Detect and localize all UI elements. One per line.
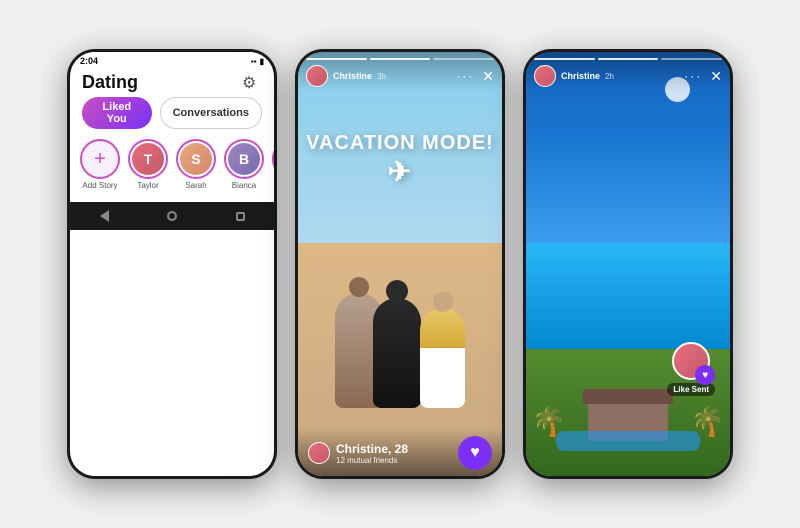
story-header-3: Christine 2h ··· ✕	[526, 52, 730, 91]
avatar-bianca: B	[228, 143, 260, 175]
progress-segment-3-1	[534, 58, 595, 60]
story-label-bianca: Bianca	[232, 181, 256, 190]
phone-3: 🌴 🌴	[523, 49, 733, 479]
like-button[interactable]: ♥	[458, 436, 492, 470]
dating-header: Dating ⚙	[70, 68, 274, 97]
add-story-item[interactable]: + Add Story	[80, 139, 120, 190]
beach-people-group	[335, 288, 465, 408]
plane-emoji: ✈	[298, 155, 502, 188]
status-bar-1: 2:04 ▪▪ ▮	[70, 52, 274, 68]
story-match-mutual: 12 mutual friends	[336, 456, 408, 465]
resort-water	[526, 243, 730, 349]
nav-bar-1	[70, 202, 274, 230]
add-story-button[interactable]: +	[80, 139, 120, 179]
story-user-details-3: Christine 2h	[561, 71, 614, 81]
person-2	[373, 298, 421, 408]
gear-icon[interactable]: ⚙	[242, 73, 262, 93]
person-3	[420, 308, 465, 408]
like-sent-avatar-wrapper: ♥	[672, 342, 710, 380]
resort-roof	[583, 389, 673, 404]
back-button[interactable]	[93, 205, 115, 227]
close-icon[interactable]: ✕	[482, 68, 494, 85]
progress-segment-1	[306, 58, 367, 60]
like-sent-heart-icon: ♥	[695, 365, 715, 385]
avatar-sarah: S	[180, 143, 212, 175]
progress-segment-2	[370, 58, 431, 60]
story-avatar-small	[306, 65, 328, 87]
phone-1: 2:04 ▪▪ ▮ Dating ⚙ Liked You Conversatio…	[67, 49, 277, 479]
like-sent-overlay: ♥ Like Sent	[667, 342, 715, 396]
story-controls: ··· ✕	[456, 68, 494, 85]
story-user-row: Christine 3h ··· ✕	[306, 65, 494, 87]
story-ring-taylor: T	[128, 139, 168, 179]
story-match-info: Christine, 28 12 mutual friends	[336, 442, 408, 465]
story-match-details: Christine, 28 12 mutual friends	[308, 442, 408, 465]
time: 2:04	[80, 56, 98, 66]
story-progress-bar-3	[534, 58, 722, 60]
story-match-name: Christine, 28	[336, 442, 408, 456]
more-icon[interactable]: ···	[456, 69, 474, 83]
story-footer-2: Christine, 28 12 mutual friends ♥	[298, 428, 502, 476]
story-bianca[interactable]: B Bianca	[224, 139, 264, 190]
story-time: 3h	[377, 72, 386, 81]
home-icon	[167, 211, 177, 221]
story-ring-sarah: S	[176, 139, 216, 179]
dating-app-content: Dating ⚙ Liked You Conversations + Add S…	[70, 68, 274, 202]
tabs-row: Liked You Conversations	[70, 97, 274, 135]
progress-segment-3-3	[661, 58, 722, 60]
story-sarah[interactable]: S Sarah	[176, 139, 216, 190]
story-user-info-3: Christine 2h	[534, 65, 614, 87]
story-sp[interactable]: S Sp...	[272, 139, 274, 190]
progress-segment-3-2	[598, 58, 659, 60]
story-match-avatar	[308, 442, 330, 464]
vacation-text: VACATION MODE!	[306, 132, 494, 154]
recents-button[interactable]	[229, 205, 251, 227]
more-icon-3[interactable]: ···	[684, 69, 702, 83]
story-user-details: Christine 3h	[333, 71, 386, 81]
story-username-3: Christine	[561, 71, 600, 81]
stories-row: + Add Story T Taylor S Sarah	[70, 135, 274, 196]
liked-you-tab[interactable]: Liked You	[82, 97, 152, 129]
story-footer-info: Christine, 28 12 mutual friends ♥	[308, 436, 492, 470]
story-header-2: Christine 3h ··· ✕	[298, 52, 502, 91]
story-taylor[interactable]: T Taylor	[128, 139, 168, 190]
phone-2: Christine 3h ··· ✕ VACATION MODE! ✈	[295, 49, 505, 479]
progress-segment-3	[433, 58, 494, 60]
story-ring-bianca: B	[224, 139, 264, 179]
story-controls-3: ··· ✕	[684, 68, 722, 85]
person-2-head	[386, 280, 408, 302]
back-icon	[100, 210, 109, 222]
story-text-overlay: VACATION MODE! ✈	[298, 132, 502, 188]
person-3-head	[433, 292, 453, 312]
recents-icon	[236, 212, 245, 221]
status-icons: ▪▪ ▮	[251, 57, 264, 66]
story-label-taylor: Taylor	[137, 181, 158, 190]
conversations-tab[interactable]: Conversations	[160, 97, 262, 129]
story-avatar-small-3	[534, 65, 556, 87]
story-user-row-3: Christine 2h ··· ✕	[534, 65, 722, 87]
add-story-label: Add Story	[82, 181, 117, 190]
story-progress-bar	[306, 58, 494, 60]
person-1-head	[349, 277, 369, 297]
app-title: Dating	[82, 72, 138, 93]
like-sent-label: Like Sent	[667, 383, 715, 396]
resort-pool	[556, 431, 700, 451]
close-icon-3[interactable]: ✕	[710, 68, 722, 85]
avatar-taylor: T	[132, 143, 164, 175]
story-ring-sp: S	[272, 139, 274, 179]
story-user-header: Christine 3h	[333, 71, 386, 81]
story-label-sarah: Sarah	[185, 181, 206, 190]
story-time-3: 2h	[605, 72, 614, 81]
story-username: Christine	[333, 71, 372, 81]
home-button[interactable]	[161, 205, 183, 227]
story-user-info: Christine 3h	[306, 65, 386, 87]
